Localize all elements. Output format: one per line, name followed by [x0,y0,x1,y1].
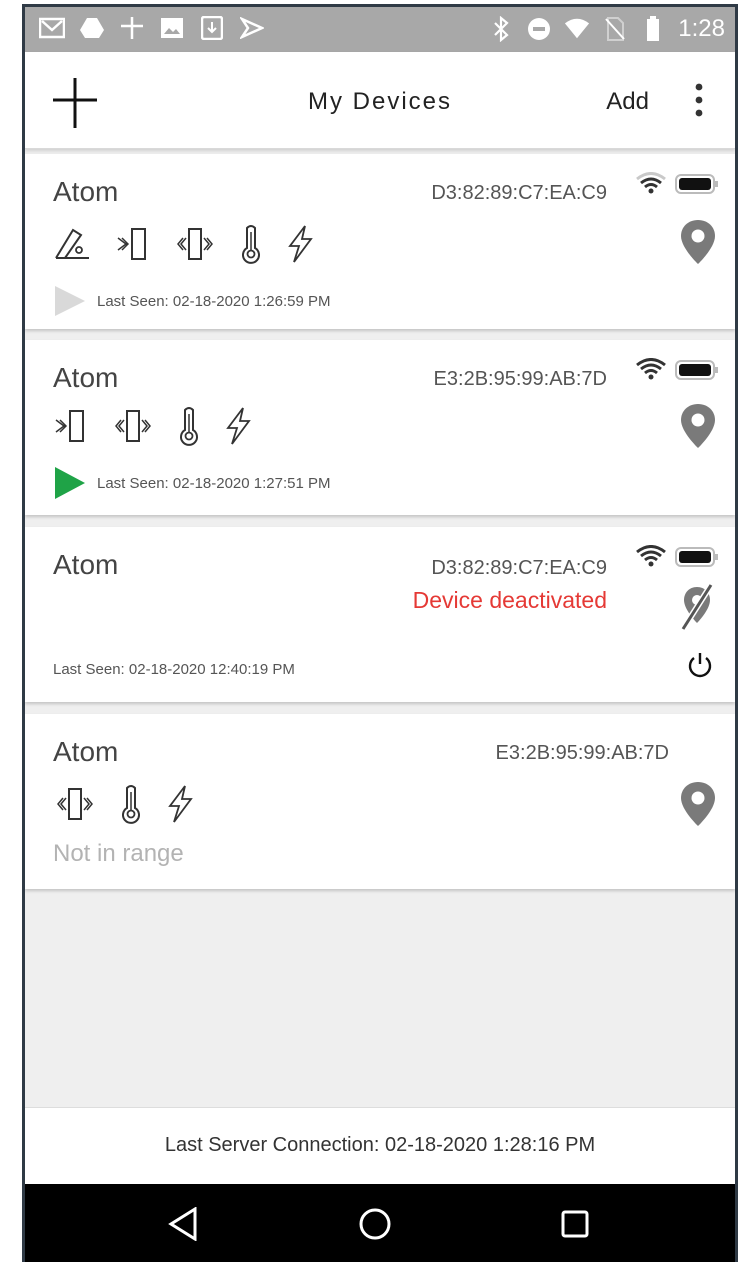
more-vert-icon[interactable] [689,82,709,118]
status-bar: 1:28 [25,7,735,52]
status-time: 1:28 [678,15,725,42]
thermometer-icon [177,406,201,451]
power-icon [165,784,195,829]
vibration-sensor-icon [111,408,155,449]
location-pin-icon[interactable] [679,218,717,271]
wifi-signal-icon [635,358,667,385]
device-card[interactable]: Atom E3:2B:95:99:AB:7D Last Seen: 02-18-… [25,340,735,515]
recents-icon[interactable] [555,1204,595,1244]
vibration-sensor-icon [53,786,97,827]
status-deactivated: Device deactivated [412,587,607,613]
device-card[interactable]: Atom D3:82:89:C7:EA:C9 Device deactivate… [25,527,735,702]
play-status-icon[interactable] [53,284,87,318]
sensor-list [53,224,315,269]
device-card[interactable]: Atom D3:82:89:C7:EA:C9 Last Seen: 02-18-… [25,154,735,329]
last-seen: Last Seen: 02-18-2020 1:26:59 PM [53,284,331,318]
location-pin-icon[interactable] [679,402,717,455]
download-icon [199,15,225,41]
door-sensor-icon [115,226,151,267]
last-seen-text: Last Seen: 02-18-2020 1:27:51 PM [97,474,331,492]
home-icon[interactable] [355,1204,395,1244]
device-mac: D3:82:89:C7:EA:C9 [431,557,607,579]
last-seen-text: Last Seen: 02-18-2020 1:26:59 PM [97,292,331,310]
drive-icon [79,15,105,41]
device-mac: E3:2B:95:99:AB:7D [433,368,607,390]
power-icon [285,224,315,269]
battery-icon [640,16,666,42]
app-frame: 1:28 My Devices Add Atom D3:82:89:C7:EA:… [22,4,738,1262]
power-toggle-icon[interactable] [687,651,713,684]
wifi-signal-icon [635,545,667,572]
power-icon [223,406,253,451]
location-pin-icon[interactable] [679,780,717,833]
system-nav-bar [25,1184,735,1262]
device-battery-icon [675,174,719,199]
device-name: Atom [53,736,119,767]
device-name: Atom [53,549,119,580]
image-icon [159,15,185,41]
last-seen-text: Last Seen: 02-18-2020 12:40:19 PM [53,661,295,678]
last-seen: Last Seen: 02-18-2020 1:27:51 PM [53,465,331,501]
app-logo-icon [119,15,145,41]
vibration-sensor-icon [173,226,217,267]
add-button[interactable]: Add [606,88,649,116]
wifi-signal-icon [635,172,667,199]
device-name: Atom [53,362,119,393]
play-icon [239,15,265,41]
play-status-icon[interactable] [53,465,87,501]
door-sensor-icon [53,408,89,449]
back-icon[interactable] [163,1204,203,1244]
sensor-list [53,784,195,829]
wifi-icon [564,16,590,42]
dnd-icon [526,16,552,42]
device-battery-icon [675,360,719,385]
tilt-sensor-icon [53,226,93,267]
last-seen: Last Seen: 02-18-2020 12:40:19 PM [53,661,295,678]
device-battery-icon [675,547,719,572]
device-mac: D3:82:89:C7:EA:C9 [431,182,607,204]
thermometer-icon [119,784,143,829]
app-bar: My Devices Add [25,52,735,149]
sensor-list [53,406,253,451]
server-connection-footer: Last Server Connection: 02-18-2020 1:28:… [25,1107,735,1184]
bluetooth-icon [488,16,514,42]
device-mac: E3:2B:95:99:AB:7D [495,742,669,764]
last-server-connection: Last Server Connection: 02-18-2020 1:28:… [164,1134,596,1156]
location-off-icon[interactable] [679,583,715,636]
device-card[interactable]: Atom E3:2B:95:99:AB:7D Not in range [25,714,735,889]
thermometer-icon [239,224,263,269]
status-not-in-range: Not in range [53,840,184,867]
no-sim-icon [602,16,628,42]
gmail-icon [39,15,65,41]
device-name: Atom [53,176,119,207]
